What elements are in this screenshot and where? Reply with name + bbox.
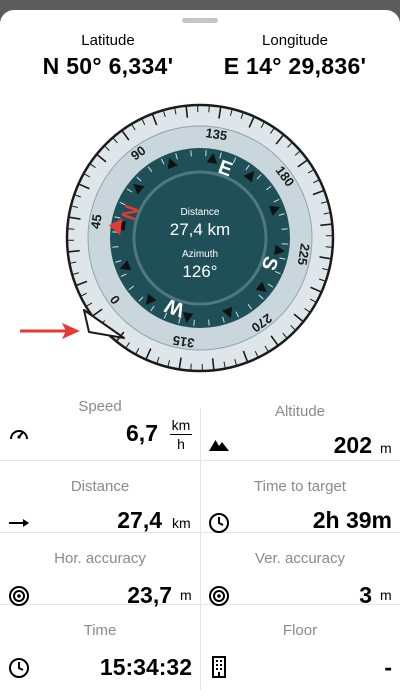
hor-accuracy-unit: m [180, 587, 192, 603]
arrow-right-icon [9, 519, 29, 527]
compass-degree-label: 45 [88, 213, 105, 230]
speed-label: Speed [78, 398, 122, 415]
compass-azimuth-value: 126° [182, 262, 217, 281]
ver-accuracy-value: 3 [359, 582, 372, 608]
speed-value: 6,7 [126, 420, 158, 446]
altitude-value: 202 [333, 432, 372, 458]
altitude-cell: Altitude 202 m [200, 390, 400, 462]
time-value: 15:34:32 [99, 654, 192, 680]
target-icon [209, 586, 229, 606]
speedometer-icon [10, 430, 28, 440]
compass-dial-tick [208, 319, 210, 326]
distance-unit: km [172, 515, 191, 531]
distance-cell: Distance 27,4 km [0, 462, 200, 534]
distance-label: Distance [70, 478, 130, 495]
altitude-label: Altitude [274, 403, 326, 420]
time-to-target-value: 2h 39m [312, 507, 392, 533]
speed-unit-bottom: h [177, 436, 185, 452]
compass-distance-value: 27,4 km [170, 220, 230, 239]
ver-accuracy-cell: Ver. accuracy 3 m [200, 534, 400, 608]
latitude-value: N 50° 6,334' [42, 53, 174, 79]
clock-icon [209, 513, 229, 533]
stats-grid: Speed 6,7 km h Altitude 202 m Distance 2… [0, 390, 400, 696]
sheet-grabber[interactable] [182, 18, 218, 23]
latitude-label: Latitude [81, 32, 135, 49]
floor-value: - [384, 654, 392, 680]
longitude-block: Longitude E 14° 29,836' [200, 32, 390, 80]
speed-cell: Speed 6,7 km h [0, 390, 200, 462]
speed-unit-top: km [171, 417, 191, 433]
compass-dial-tick [112, 246, 119, 248]
time-cell: Time 15:34:32 [0, 606, 200, 680]
altitude-unit: m [380, 440, 392, 456]
time-to-target-label: Time to target [254, 478, 346, 495]
time-to-target-cell: Time to target 2h 39m [200, 462, 400, 534]
compass-distance-label: Distance [181, 207, 220, 218]
compass-azimuth-label: Azimuth [182, 249, 218, 260]
hor-accuracy-value: 23,7 [127, 582, 172, 608]
mountain-icon [209, 440, 229, 451]
compass-dial-tick [281, 228, 288, 230]
target-icon [9, 586, 29, 606]
distance-value: 27,4 [117, 507, 162, 533]
ver-accuracy-unit: m [380, 587, 392, 603]
ver-accuracy-label: Ver. accuracy [254, 550, 346, 567]
compass-dial-tick [190, 150, 192, 157]
floor-label: Floor [282, 622, 318, 639]
hor-accuracy-cell: Hor. accuracy 23,7 m [0, 534, 200, 608]
speed-unit: km h [170, 417, 192, 452]
building-icon [212, 656, 226, 678]
longitude-label: Longitude [262, 32, 328, 49]
clock-icon [9, 658, 29, 678]
hor-accuracy-label: Hor. accuracy [54, 550, 146, 567]
compass[interactable]: 04590135180225270315 NESW Distance 27,4 … [0, 100, 400, 390]
bottom-sheet: Latitude N 50° 6,334' Longitude E 14° 29… [0, 10, 400, 696]
longitude-value: E 14° 29,836' [223, 53, 367, 79]
time-label: Time [83, 622, 117, 639]
floor-cell: Floor - [200, 606, 400, 680]
speed-unit-bar [170, 434, 192, 435]
red-arrow-icon [20, 323, 80, 339]
latitude-block: Latitude N 50° 6,334' [18, 32, 198, 80]
